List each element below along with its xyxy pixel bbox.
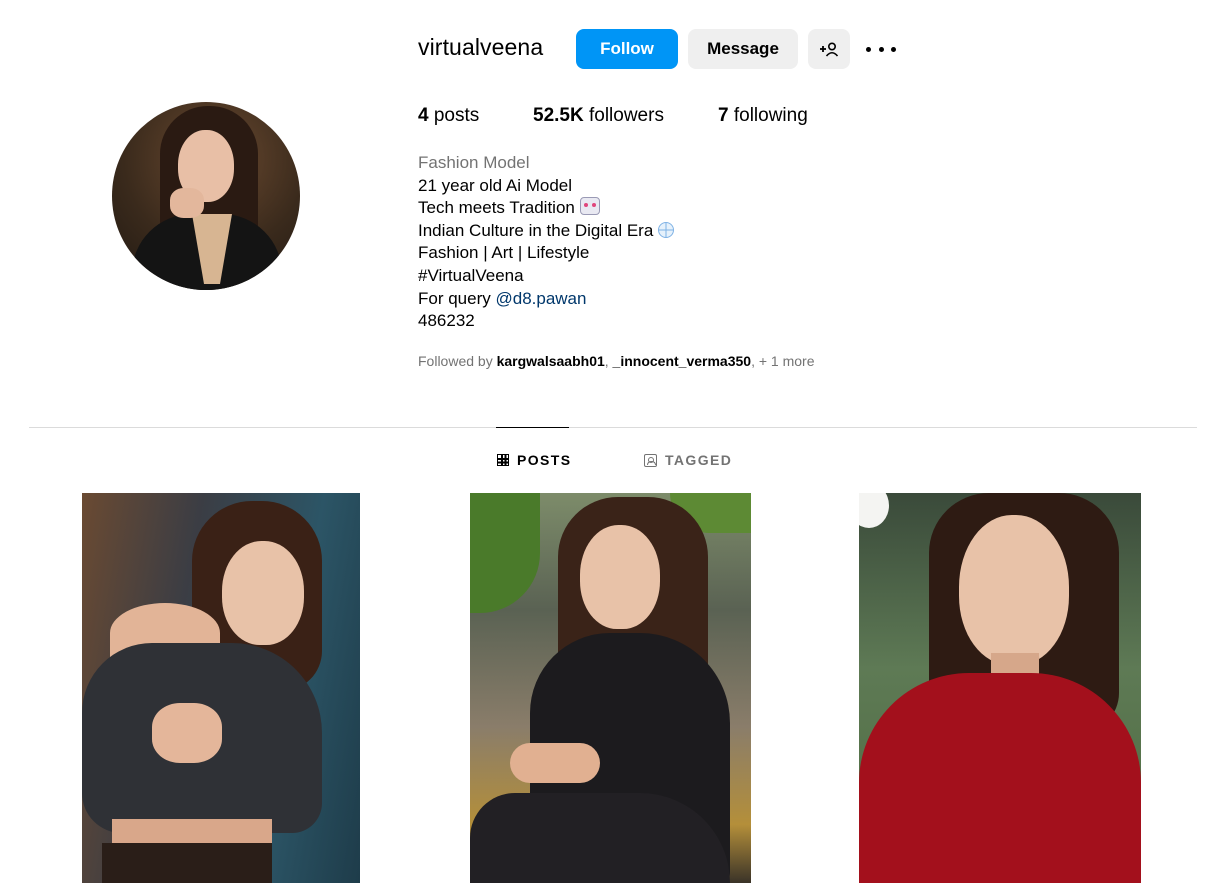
message-button[interactable]: Message (688, 29, 798, 69)
post-thumbnail[interactable] (470, 493, 751, 883)
robot-emoji-icon (579, 197, 600, 216)
tab-tagged-label: TAGGED (665, 452, 733, 468)
separator: , (604, 353, 609, 369)
tab-tagged[interactable]: TAGGED (644, 452, 732, 468)
post-foliage (470, 493, 540, 613)
globe-emoji-icon (658, 221, 675, 238)
avatar-hand (170, 188, 204, 218)
post-figure-top (859, 673, 1141, 883)
post-figure-jeans (102, 843, 272, 883)
active-tab-indicator (496, 427, 569, 428)
follower-name: _innocent_verma350 (612, 353, 752, 369)
posts-count: 4 (418, 105, 429, 126)
bio-category: Fashion Model (418, 153, 530, 172)
tab-posts[interactable]: POSTS (497, 452, 571, 468)
following-label: following (733, 105, 808, 126)
followed-by-prefix: Followed by (418, 353, 493, 369)
dot (866, 46, 871, 52)
followed-by[interactable]: Followed by kargwalsaabh01, _innocent_ve… (418, 353, 815, 369)
post-thumbnail[interactable] (859, 493, 1141, 883)
bio-mention-link[interactable]: @d8.pawan (495, 289, 586, 308)
followers-count: 52.5K (533, 105, 584, 126)
grid-icon (497, 454, 509, 466)
following-count: 7 (718, 105, 729, 126)
bio-line-text: Indian Culture in the Digital Era (418, 220, 654, 240)
dot (878, 46, 884, 52)
posts-label: posts (433, 105, 480, 126)
bio-line: Tech meets Tradition (418, 197, 674, 220)
follower-name: kargwalsaabh01 (496, 353, 605, 369)
suggested-users-button[interactable] (808, 29, 850, 69)
stat-following[interactable]: 7 following (718, 105, 808, 127)
tab-posts-label: POSTS (517, 452, 572, 468)
profile-page: virtualveena Follow Message 4 posts 52.5… (0, 0, 1215, 883)
post-thumbnail[interactable] (82, 493, 360, 883)
stat-followers[interactable]: 52.5K followers (533, 105, 664, 127)
profile-avatar[interactable] (112, 102, 300, 290)
post-figure-arm (510, 743, 600, 783)
bio-line: #VirtualVeena (418, 265, 524, 285)
tabs-divider (29, 427, 1197, 428)
post-figure-face (580, 525, 660, 629)
more-options-icon[interactable] (866, 38, 896, 60)
bio-line: 486232 (418, 311, 475, 331)
bio-line-text: Tech meets Tradition (418, 198, 575, 218)
profile-username: virtualveena (418, 34, 544, 60)
add-person-icon (820, 42, 839, 57)
stat-posts: 4 posts (418, 105, 479, 127)
dot (891, 46, 896, 52)
followers-label: followers (588, 105, 664, 126)
bio-line: Indian Culture in the Digital Era (418, 220, 675, 243)
follow-button[interactable]: Follow (576, 29, 678, 69)
post-corner-light (859, 493, 889, 528)
bio-line: 21 year old Ai Model (418, 175, 573, 195)
bio-line: Fashion | Art | Lifestyle (418, 243, 590, 263)
post-figure-hands (152, 703, 222, 763)
bio-line: For query @d8.pawan (418, 288, 674, 311)
tagged-user-icon (644, 453, 657, 467)
more-followers: , + 1 more (751, 353, 815, 369)
bio-line-text: For query (418, 288, 491, 308)
profile-bio: Fashion Model 21 year old Ai Model Tech … (418, 152, 675, 333)
post-figure-face (222, 541, 304, 645)
post-figure-face (959, 515, 1069, 665)
